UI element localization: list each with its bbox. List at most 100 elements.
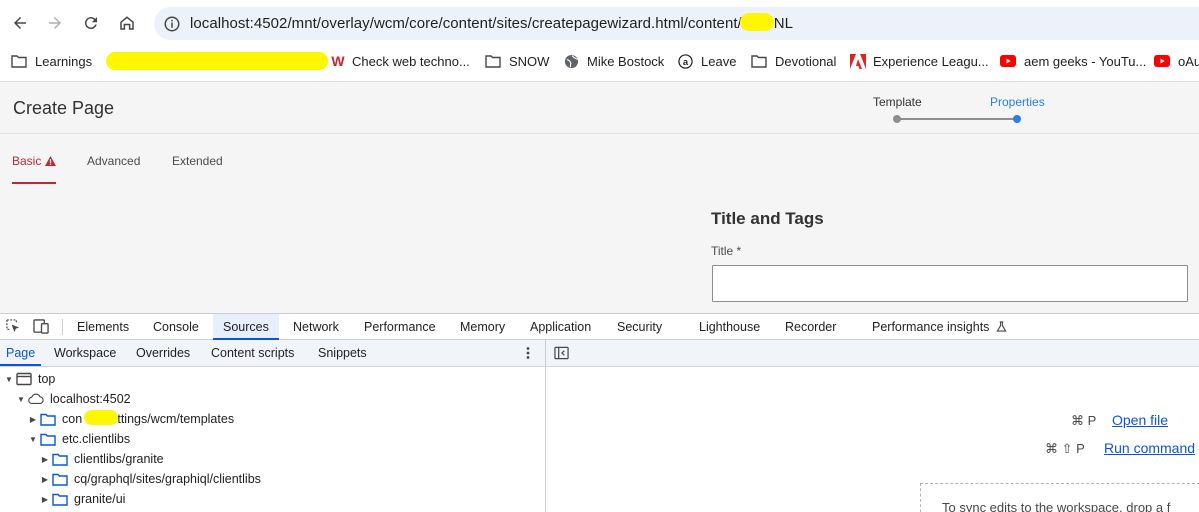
create-page-wizard: Create Page Template Properties Basic Ad… xyxy=(0,82,1199,313)
a-logo-icon: a xyxy=(677,53,693,69)
tree-item-localhost[interactable]: ▼ localhost:4502 xyxy=(16,389,131,409)
collapsed-triangle-icon: ▶ xyxy=(41,454,49,464)
editor-toolbar xyxy=(545,340,1199,367)
step-properties-dot xyxy=(1013,115,1021,123)
reload-button[interactable] xyxy=(76,8,106,38)
bookmarks-bar: Learnings W Check web techno... SNOW Mik… xyxy=(0,46,1199,76)
bookmark-mike-bostock[interactable]: Mike Bostock xyxy=(563,52,664,70)
tab-application[interactable]: Application xyxy=(524,314,597,340)
folder-icon xyxy=(40,412,56,426)
frame-icon xyxy=(16,372,32,386)
redaction-mark xyxy=(84,410,118,425)
bookmark-label: Leave xyxy=(701,53,737,69)
bookmark-leave[interactable]: a Leave xyxy=(677,52,736,70)
home-icon xyxy=(120,16,134,30)
step-template-label[interactable]: Template xyxy=(873,95,922,109)
subtab-page[interactable]: Page xyxy=(0,340,42,366)
tree-item-label: top xyxy=(38,372,56,386)
sources-navigator-tabs: Page Workspace Overrides Content scripts… xyxy=(0,340,545,367)
tab-lighthouse[interactable]: Lighthouse xyxy=(693,314,766,340)
w-logo-icon: W xyxy=(331,53,345,69)
bookmark-label: Check web techno... xyxy=(352,53,470,69)
folder-icon xyxy=(52,472,68,486)
expanded-triangle-icon: ▼ xyxy=(5,374,13,384)
expanded-triangle-icon: ▼ xyxy=(29,434,37,444)
collapsed-triangle-icon: ▶ xyxy=(29,414,37,424)
subtab-content-scripts[interactable]: Content scripts xyxy=(205,340,300,366)
workspace-drop-text: To sync edits to the workspace, drop a f xyxy=(942,500,1171,512)
collapsed-triangle-icon: ▶ xyxy=(41,494,49,504)
back-button[interactable] xyxy=(5,8,35,38)
title-field-label: Title * xyxy=(711,244,742,258)
svg-text:a: a xyxy=(682,56,688,66)
subtab-workspace[interactable]: Workspace xyxy=(48,340,122,366)
arrow-right-icon xyxy=(49,17,61,29)
tab-security[interactable]: Security xyxy=(611,314,668,340)
tree-item-granite-ui[interactable]: ▶ granite/ui xyxy=(40,489,126,509)
tab-basic-label: Basic xyxy=(12,154,42,168)
browser-toolbar: localhost:4502/mnt/overlay/wcm/core/cont… xyxy=(0,0,1199,46)
tree-item-label-tail: settings/wcm/templates xyxy=(104,412,235,426)
tree-item-top[interactable]: ▼ top xyxy=(4,369,55,389)
sources-file-tree: ▼ top ▼ localhost:4502 ▶ con settings/wc… xyxy=(0,367,545,512)
title-input[interactable] xyxy=(712,265,1188,302)
tab-memory[interactable]: Memory xyxy=(454,314,511,340)
folder-icon xyxy=(40,432,56,446)
toggle-navigator-icon[interactable] xyxy=(554,346,569,363)
subtab-snippets[interactable]: Snippets xyxy=(312,340,373,366)
tab-extended[interactable]: Extended xyxy=(172,154,223,168)
tab-recorder[interactable]: Recorder xyxy=(779,314,842,340)
step-properties-label[interactable]: Properties xyxy=(990,95,1045,109)
more-options-icon[interactable] xyxy=(524,346,532,363)
youtube-icon xyxy=(1000,53,1016,69)
forward-button[interactable] xyxy=(40,8,70,38)
adobe-icon xyxy=(850,53,866,69)
bookmark-label: SNOW xyxy=(509,53,550,69)
tab-network[interactable]: Network xyxy=(287,314,345,340)
subtab-overrides[interactable]: Overrides xyxy=(130,340,196,366)
tree-item-label: etc.clientlibs xyxy=(62,432,131,446)
tab-performance[interactable]: Performance xyxy=(358,314,442,340)
tab-performance-insights-label: Performance insights xyxy=(872,320,990,334)
bookmark-learnings[interactable]: Learnings xyxy=(11,52,92,70)
device-toolbar-icon[interactable] xyxy=(33,319,50,337)
tree-item-graphiql-clientlibs[interactable]: ▶ cq/graphql/sites/graphiql/clientlibs xyxy=(40,469,261,489)
tab-performance-insights[interactable]: Performance insights xyxy=(866,314,1013,340)
step-progress-line xyxy=(897,118,1018,120)
reload-icon xyxy=(84,17,97,30)
bookmark-snow[interactable]: SNOW xyxy=(485,52,549,70)
collapsed-triangle-icon: ▶ xyxy=(41,474,49,484)
tree-item-conf-templates[interactable]: ▶ con settings/wcm/templates xyxy=(28,409,234,429)
bookmark-check-web[interactable]: W Check web techno... xyxy=(330,52,470,70)
tree-item-label: granite/ui xyxy=(74,492,126,506)
bookmark-label: aem geeks - YouTu... xyxy=(1024,53,1147,69)
redaction-mark xyxy=(740,13,774,31)
folder-icon xyxy=(52,452,68,466)
page-title: Create Page xyxy=(13,98,115,118)
wizard-header: Create Page Template Properties xyxy=(0,82,1199,134)
warning-icon xyxy=(45,156,57,166)
bookmark-devotional[interactable]: Devotional xyxy=(751,52,836,70)
bookmark-label: Devotional xyxy=(775,53,837,69)
open-file-link[interactable]: Open file xyxy=(1112,412,1168,428)
address-bar[interactable]: localhost:4502/mnt/overlay/wcm/core/cont… xyxy=(154,7,1199,40)
tab-sources[interactable]: Sources xyxy=(213,314,279,340)
tree-item-etc-clientlibs[interactable]: ▼ etc.clientlibs xyxy=(28,429,130,449)
bookmark-oauth[interactable]: oAu xyxy=(1154,52,1199,70)
site-info-icon[interactable] xyxy=(163,15,181,33)
tab-basic[interactable]: Basic xyxy=(12,154,57,168)
tree-item-label: cq/graphql/sites/graphiql/clientlibs xyxy=(74,472,261,486)
bookmark-aem-geeks[interactable]: aem geeks - YouTu... xyxy=(1000,52,1146,70)
bookmark-label: Experience Leagu... xyxy=(873,53,989,69)
inspect-element-icon[interactable] xyxy=(6,319,21,337)
run-command-link[interactable]: Run command xyxy=(1104,440,1195,456)
active-tab-indicator xyxy=(12,182,56,184)
home-button[interactable] xyxy=(112,8,142,38)
tree-item-clientlibs-granite[interactable]: ▶ clientlibs/granite xyxy=(40,449,164,469)
tab-console[interactable]: Console xyxy=(147,314,205,340)
tab-elements[interactable]: Elements xyxy=(71,314,135,340)
folder-icon xyxy=(485,53,501,69)
section-title: Title and Tags xyxy=(711,209,824,228)
tab-advanced[interactable]: Advanced xyxy=(87,154,140,168)
bookmark-experience-league[interactable]: Experience Leagu... xyxy=(850,52,989,70)
